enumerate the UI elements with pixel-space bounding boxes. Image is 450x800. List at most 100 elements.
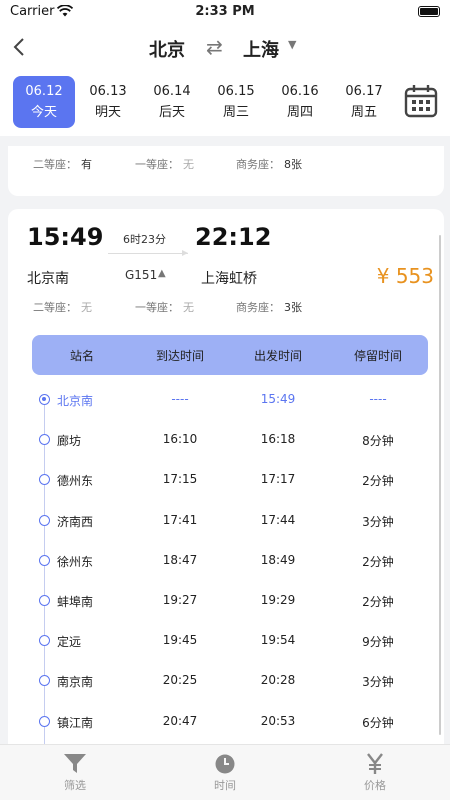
train-number[interactable]: G151 xyxy=(125,268,157,282)
stop-stay: ---- xyxy=(369,392,387,406)
calendar-icon xyxy=(404,85,438,118)
table-row: 北京南 ---- 15:49 ---- xyxy=(8,387,444,427)
chevron-down-icon[interactable]: ▼ xyxy=(288,38,296,51)
date-weekday: 周四 xyxy=(286,105,313,120)
stop-stay: 8分钟 xyxy=(362,434,394,449)
stop-dot xyxy=(39,675,50,687)
stop-station: 廊坊 xyxy=(57,434,82,449)
stop-depart: 19:54 xyxy=(260,633,296,648)
stop-depart: 20:28 xyxy=(260,673,296,688)
stop-arrive: 20:47 xyxy=(162,713,198,728)
stop-station: 北京南 xyxy=(57,394,94,408)
seat-label: 商务座： xyxy=(236,301,280,314)
column-header: 出发时间 xyxy=(253,349,302,363)
table-row: 德州东 17:15 17:17 2分钟 xyxy=(8,467,444,507)
stop-depart: 18:49 xyxy=(260,552,296,567)
stop-stay: 9分钟 xyxy=(362,635,394,650)
stop-arrive: 20:25 xyxy=(162,673,198,688)
date-value: 06.14 xyxy=(153,84,191,99)
duration: 6时23分 xyxy=(123,233,166,246)
stop-station: 南京南 xyxy=(57,675,94,690)
date-value: 06.12 xyxy=(25,84,63,99)
date-value: 06.15 xyxy=(217,84,255,99)
tab-label: 价格 xyxy=(364,779,386,792)
ticket-price: ¥ 553 xyxy=(376,264,434,288)
origin-city[interactable]: 北京 xyxy=(149,36,185,62)
column-header: 到达时间 xyxy=(155,349,204,363)
stop-arrive: 17:15 xyxy=(162,472,198,487)
stop-stay: 2分钟 xyxy=(362,595,394,609)
scrollbar[interactable] xyxy=(439,235,441,735)
stop-arrive: 19:45 xyxy=(162,633,198,648)
seat-label: 一等座： xyxy=(135,158,179,171)
destination-city[interactable]: 上海 xyxy=(243,36,279,62)
duration-arrow xyxy=(108,250,188,256)
battery-icon xyxy=(418,6,440,17)
swap-icon[interactable]: ⇄ xyxy=(206,35,223,59)
date-weekday: 今天 xyxy=(30,105,57,120)
back-icon[interactable] xyxy=(12,34,38,60)
yuan-icon xyxy=(367,753,383,774)
stop-dot xyxy=(39,514,50,526)
stop-depart: 17:44 xyxy=(260,512,296,527)
date-weekday: 周五 xyxy=(350,105,377,120)
arrive-time: 22:12 xyxy=(195,223,272,251)
date-value: 06.16 xyxy=(281,84,319,99)
stop-stay: 3分钟 xyxy=(362,514,394,529)
seat-value: 无 xyxy=(183,301,194,314)
seat-value: 有 xyxy=(81,158,92,171)
train-card-previous[interactable]: 二等座： 有 一等座： 无 商务座： 8张 xyxy=(8,146,444,196)
date-selector: 06.12 今天 06.13 明天 06.14 后天 06.15 周三 06.1… xyxy=(0,70,450,136)
stop-dot xyxy=(39,715,50,727)
tab-filter[interactable]: 筛选 xyxy=(0,745,150,800)
stop-depart: 16:18 xyxy=(260,432,296,447)
stop-arrive: 17:41 xyxy=(162,512,198,527)
stop-depart: 15:49 xyxy=(260,392,296,406)
seat-value: 3张 xyxy=(284,301,302,314)
table-row: 廊坊 16:10 16:18 8分钟 xyxy=(8,427,444,467)
table-row: 南京南 20:25 20:28 3分钟 xyxy=(8,668,444,708)
stop-arrive: 19:27 xyxy=(162,593,198,607)
stop-station: 镇江南 xyxy=(57,715,94,730)
date-item-1[interactable]: 06.13 明天 xyxy=(77,76,139,128)
table-row: 徐州东 18:47 18:49 2分钟 xyxy=(8,548,444,588)
stop-depart: 19:29 xyxy=(260,593,296,607)
calendar-button[interactable] xyxy=(390,70,450,136)
stop-station: 蚌埠南 xyxy=(57,595,94,609)
chevron-up-icon[interactable]: ▲ xyxy=(158,268,166,279)
filter-icon xyxy=(64,754,86,773)
stop-arrive: ---- xyxy=(171,392,189,406)
date-weekday: 后天 xyxy=(158,105,185,120)
stops-table-header: 站名 到达时间 出发时间 停留时间 xyxy=(32,335,428,375)
date-item-5[interactable]: 06.17 周五 xyxy=(333,76,395,128)
tab-bar: 筛选 时间 价格 xyxy=(0,744,450,800)
train-card[interactable]: 15:49 6时23分 22:12 北京南 G151 ▲ 上海虹桥 ¥ 553 … xyxy=(8,209,444,769)
date-item-3[interactable]: 06.15 周三 xyxy=(205,76,267,128)
date-value: 06.17 xyxy=(345,84,383,99)
seat-label: 二等座： xyxy=(33,158,77,171)
tab-label: 时间 xyxy=(214,779,236,792)
table-row: 蚌埠南 19:27 19:29 2分钟 xyxy=(8,588,444,628)
date-item-2[interactable]: 06.14 后天 xyxy=(141,76,203,128)
tab-price[interactable]: 价格 xyxy=(300,745,450,800)
column-header: 站名 xyxy=(69,349,94,363)
date-value: 06.13 xyxy=(89,84,127,99)
date-item-4[interactable]: 06.16 周四 xyxy=(269,76,331,128)
date-item-0[interactable]: 06.12 今天 xyxy=(13,76,75,128)
current-stop-dot xyxy=(39,394,50,405)
tab-time[interactable]: 时间 xyxy=(150,745,300,800)
stop-arrive: 18:47 xyxy=(162,552,198,567)
seat-label: 二等座： xyxy=(33,301,77,314)
stop-dot xyxy=(39,434,50,446)
depart-time: 15:49 xyxy=(27,223,104,251)
clock-time: 2:33 PM xyxy=(195,4,255,19)
seat-value: 无 xyxy=(81,301,92,314)
stop-dot xyxy=(39,595,50,606)
stop-stay: 2分钟 xyxy=(362,554,394,569)
stop-dot xyxy=(39,474,50,486)
table-row: 济南西 17:41 17:44 3分钟 xyxy=(8,508,444,548)
seat-label: 商务座： xyxy=(236,158,280,171)
stop-dot xyxy=(39,635,50,647)
stop-stay: 6分钟 xyxy=(362,715,394,730)
stop-stay: 2分钟 xyxy=(362,474,394,489)
